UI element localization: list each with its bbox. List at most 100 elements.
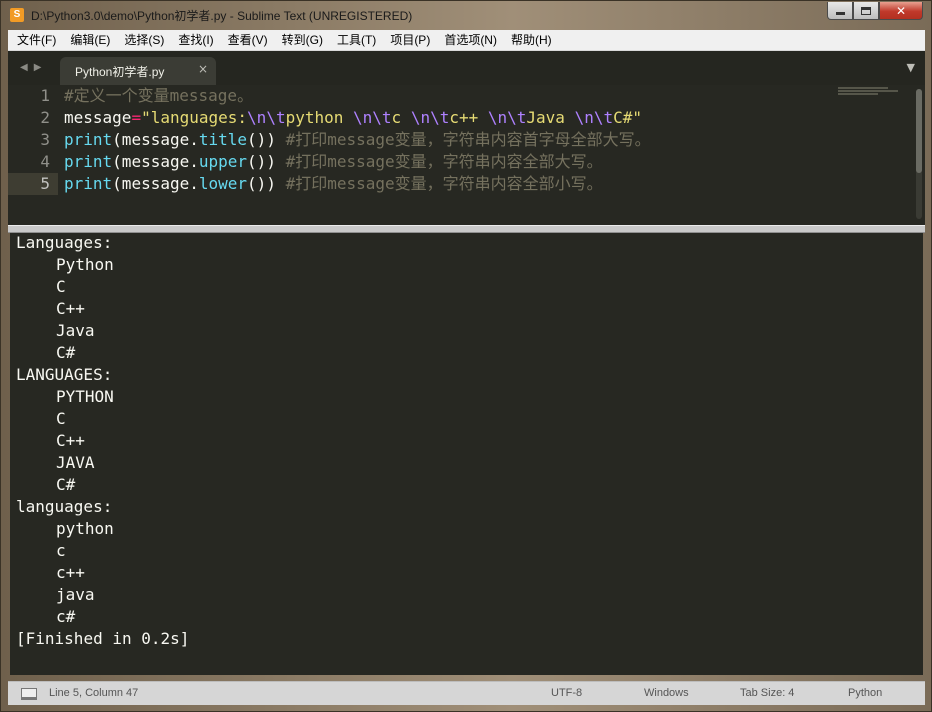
code-token: ()) xyxy=(247,174,286,193)
tab-bar: ◀ ▶ Python初学者.py × ▼ xyxy=(8,51,925,85)
code-token: #定义一个变量message。 xyxy=(64,86,254,105)
build-finished-message: [Finished in 0.2s] xyxy=(16,629,190,648)
line-number: 4 xyxy=(40,152,50,171)
code-token: #打印message变量，字符串内容全部小写。 xyxy=(285,174,603,193)
output-line: PYTHON xyxy=(56,387,114,406)
close-button[interactable]: ✕ xyxy=(879,2,923,20)
panel-toggle-icon[interactable] xyxy=(21,688,37,700)
code-token: \n\t xyxy=(487,108,527,127)
status-bar: Line 5, Column 47 UTF-8 Windows Tab Size… xyxy=(8,681,925,705)
syntax-indicator[interactable]: Python xyxy=(848,687,882,699)
window-controls: ✕ xyxy=(827,2,923,20)
line-number: 2 xyxy=(40,108,50,127)
line-endings-indicator[interactable]: Windows xyxy=(644,687,689,699)
code-token: print xyxy=(64,174,113,193)
menu-tools[interactable]: 工具(T) xyxy=(330,30,383,51)
code-token: message xyxy=(64,108,132,127)
code-token: C#" xyxy=(613,108,643,127)
code-line[interactable]: #定义一个变量message。 xyxy=(64,85,253,107)
code-token: print xyxy=(64,152,113,171)
chevron-left-icon[interactable]: ◀ xyxy=(20,62,28,73)
code-token: Java xyxy=(526,108,575,127)
editor-scrollbar-thumb[interactable] xyxy=(916,89,922,173)
code-line[interactable]: message="languages:\n\tpython \n\tc \n\t… xyxy=(64,107,642,129)
panel-splitter[interactable] xyxy=(8,225,925,233)
code-token: upper xyxy=(198,152,248,171)
code-token: python xyxy=(285,108,354,127)
cursor-position[interactable]: Line 5, Column 47 xyxy=(49,687,138,699)
output-line: c xyxy=(56,541,66,560)
code-token: "languages: xyxy=(141,108,248,127)
chevron-right-icon[interactable]: ▶ xyxy=(34,62,42,73)
tab-python-file[interactable]: Python初学者.py × xyxy=(60,57,216,85)
code-token: \n\t xyxy=(247,108,286,127)
code-line[interactable]: print(message.title()) #打印message变量，字符串内… xyxy=(64,129,651,151)
menu-goto[interactable]: 转到(G) xyxy=(275,30,330,51)
tab-navigation: ◀ ▶ xyxy=(20,62,41,73)
code-token: (message. xyxy=(112,152,199,171)
output-line: python xyxy=(56,519,114,538)
code-token: #打印message变量，字符串内容首字母全部大写。 xyxy=(285,130,651,149)
close-icon: ✕ xyxy=(895,3,907,18)
code-token: lower xyxy=(198,174,248,193)
maximize-icon xyxy=(861,6,871,15)
minimize-button[interactable] xyxy=(827,2,853,20)
code-token: ()) xyxy=(247,152,286,171)
output-line: C++ xyxy=(56,299,85,318)
output-line: JAVA xyxy=(56,453,95,472)
window-title: D:\Python3.0\demo\Python初学者.py - Sublime… xyxy=(31,9,413,23)
tab-size-indicator[interactable]: Tab Size: 4 xyxy=(740,687,794,699)
code-token: (message. xyxy=(112,174,199,193)
output-line: Python xyxy=(56,255,114,274)
menu-bar: 文件(F) 编辑(E) 选择(S) 查找(I) 查看(V) 转到(G) 工具(T… xyxy=(8,30,925,51)
output-line: Languages: xyxy=(16,233,113,252)
output-line: C xyxy=(56,409,66,428)
minimap[interactable] xyxy=(838,87,898,95)
line-number: 3 xyxy=(40,130,50,149)
code-token: ()) xyxy=(247,130,286,149)
maximize-button[interactable] xyxy=(853,2,879,20)
output-line: LANGUAGES: xyxy=(16,365,113,384)
output-line: c# xyxy=(56,607,76,626)
chevron-down-icon[interactable]: ▼ xyxy=(907,61,915,74)
code-token: #打印message变量，字符串内容全部大写。 xyxy=(285,152,603,171)
menu-project[interactable]: 项目(P) xyxy=(383,30,437,51)
output-line: C++ xyxy=(56,431,85,450)
line-number: 5 xyxy=(40,174,50,193)
tab-close-icon[interactable]: × xyxy=(198,62,208,76)
code-token: \n\t xyxy=(353,108,392,127)
line-number-gutter: 1 2 3 4 5 xyxy=(8,85,58,225)
menu-preferences[interactable]: 首选项(N) xyxy=(437,30,504,51)
code-token: print xyxy=(64,130,113,149)
code-line[interactable]: print(message.upper()) #打印message变量，字符串内… xyxy=(64,151,603,173)
title-bar[interactable]: S D:\Python3.0\demo\Python初学者.py - Subli… xyxy=(1,1,931,29)
code-editor[interactable]: 1 2 3 4 5 #定义一个变量message。 message="languages:… xyxy=(8,85,925,225)
encoding-indicator[interactable]: UTF-8 xyxy=(551,687,582,699)
code-token: c++ xyxy=(449,108,488,127)
minimize-icon xyxy=(835,12,845,15)
code-token: (message. xyxy=(112,130,199,149)
menu-selection[interactable]: 选择(S) xyxy=(117,30,171,51)
build-finished-text: Finished in 0.2s xyxy=(25,629,180,648)
menu-edit[interactable]: 编辑(E) xyxy=(63,30,117,51)
output-line: c++ xyxy=(56,563,85,582)
tab-label: Python初学者.py xyxy=(75,65,165,79)
menu-file[interactable]: 文件(F) xyxy=(10,30,63,51)
menu-view[interactable]: 查看(V) xyxy=(221,30,275,51)
sublime-text-window: S D:\Python3.0\demo\Python初学者.py - Subli… xyxy=(0,0,932,712)
code-token: c xyxy=(391,108,411,127)
code-token: \n\t xyxy=(410,108,450,127)
output-line: C# xyxy=(56,343,76,362)
code-token: title xyxy=(198,130,248,149)
code-token: \n\t xyxy=(574,108,614,127)
output-line: Java xyxy=(56,321,95,340)
line-number: 1 xyxy=(40,86,50,105)
output-line: C xyxy=(56,277,66,296)
code-line[interactable]: print(message.lower()) #打印message变量，字符串内… xyxy=(64,173,603,195)
menu-help[interactable]: 帮助(H) xyxy=(504,30,559,51)
sublime-text-icon: S xyxy=(10,8,24,22)
build-output-panel[interactable]: Languages: Python C C++ Java C# LANGUAGES: PYTH… xyxy=(10,233,923,675)
code-token: = xyxy=(131,108,142,127)
menu-find[interactable]: 查找(I) xyxy=(171,30,220,51)
output-line: languages: xyxy=(16,497,113,516)
